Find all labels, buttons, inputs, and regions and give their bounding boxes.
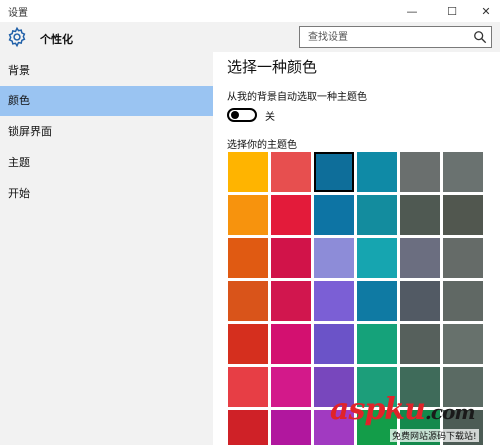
- color-swatch[interactable]: [357, 152, 397, 192]
- color-swatch[interactable]: [314, 238, 354, 278]
- color-swatch[interactable]: [228, 367, 268, 407]
- window-title: 设置: [8, 8, 28, 19]
- color-swatch[interactable]: [228, 410, 268, 445]
- color-swatch[interactable]: [271, 367, 311, 407]
- search-box[interactable]: [299, 26, 492, 48]
- color-swatch[interactable]: [271, 324, 311, 364]
- watermark-subtitle: 免费网站源码下载站!: [390, 429, 479, 442]
- search-icon[interactable]: [473, 30, 487, 44]
- watermark-logo: aspku.com: [330, 392, 476, 427]
- color-swatch[interactable]: [228, 152, 268, 192]
- title-bar: 设置 — ☐ ✕: [0, 0, 500, 22]
- color-swatch[interactable]: [314, 152, 354, 192]
- sidebar-item-themes[interactable]: 主题: [0, 148, 213, 178]
- minimize-button[interactable]: —: [398, 0, 426, 22]
- accent-color-label: 选择你的主题色: [227, 140, 297, 151]
- page-title: 选择一种颜色: [227, 58, 318, 76]
- toggle-state-label: 关: [265, 112, 275, 123]
- color-swatch[interactable]: [400, 238, 440, 278]
- color-swatch[interactable]: [443, 281, 483, 321]
- color-swatch[interactable]: [314, 195, 354, 235]
- sidebar-title: 个性化: [40, 33, 73, 46]
- gear-icon: [8, 26, 26, 48]
- color-swatch[interactable]: [271, 281, 311, 321]
- toggle-knob: [231, 111, 239, 119]
- color-swatch[interactable]: [357, 195, 397, 235]
- color-swatch[interactable]: [400, 324, 440, 364]
- color-swatch[interactable]: [443, 324, 483, 364]
- search-bar: [213, 22, 500, 52]
- color-swatch[interactable]: [228, 281, 268, 321]
- close-button[interactable]: ✕: [472, 0, 500, 22]
- color-swatch[interactable]: [228, 324, 268, 364]
- color-swatch[interactable]: [271, 152, 311, 192]
- auto-accent-toggle[interactable]: [227, 108, 257, 122]
- sidebar-item-colors[interactable]: 颜色: [0, 86, 213, 116]
- color-swatch[interactable]: [443, 195, 483, 235]
- color-swatch[interactable]: [400, 152, 440, 192]
- search-input[interactable]: [300, 27, 468, 47]
- sidebar: 个性化 背景 颜色 锁屏界面 主题 开始: [0, 22, 213, 445]
- sidebar-header: 个性化: [0, 22, 213, 52]
- color-swatch[interactable]: [357, 324, 397, 364]
- color-swatch[interactable]: [271, 238, 311, 278]
- main-panel: 选择一种颜色 从我的背景自动选取一种主题色 关 选择你的主题色: [213, 52, 500, 445]
- watermark: aspku.com 免费网站源码下载站!: [330, 392, 500, 445]
- color-swatch[interactable]: [271, 410, 311, 445]
- color-swatch[interactable]: [400, 281, 440, 321]
- color-swatch[interactable]: [228, 238, 268, 278]
- color-swatch[interactable]: [314, 324, 354, 364]
- maximize-button[interactable]: ☐: [438, 0, 466, 22]
- color-swatch[interactable]: [443, 152, 483, 192]
- sidebar-item-background[interactable]: 背景: [0, 56, 213, 86]
- color-swatch[interactable]: [314, 281, 354, 321]
- sidebar-item-lock-screen[interactable]: 锁屏界面: [0, 117, 213, 147]
- watermark-domain: .com: [424, 400, 476, 424]
- sidebar-item-start[interactable]: 开始: [0, 179, 213, 209]
- color-swatch[interactable]: [357, 238, 397, 278]
- color-swatch[interactable]: [443, 238, 483, 278]
- color-swatch[interactable]: [357, 281, 397, 321]
- color-swatch[interactable]: [228, 195, 268, 235]
- color-swatch[interactable]: [271, 195, 311, 235]
- auto-accent-label: 从我的背景自动选取一种主题色: [227, 92, 367, 103]
- color-swatch[interactable]: [400, 195, 440, 235]
- watermark-brand: aspku: [330, 392, 426, 427]
